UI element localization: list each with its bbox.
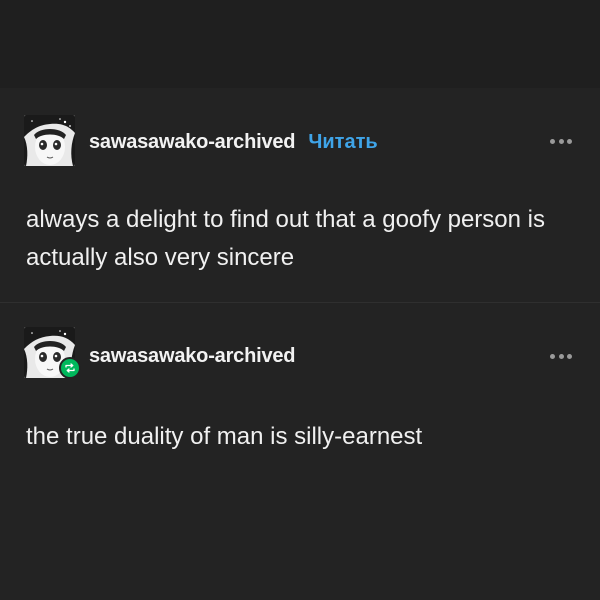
dot: [567, 353, 572, 359]
user-avatar[interactable]: [24, 115, 75, 166]
more-options-icon[interactable]: [550, 353, 572, 359]
dot: [567, 138, 572, 144]
post-card: sawasawako-archived Читать always a deli…: [0, 88, 600, 302]
dot: [558, 353, 564, 359]
post-header: sawasawako-archived: [89, 344, 296, 368]
dashboard-screen: sawasawako-archived Читать always a deli…: [0, 0, 600, 600]
post-text: always a delight to find out that a goof…: [26, 206, 545, 271]
reblog-icon: [59, 357, 81, 379]
post-header: sawasawako-archived Читать: [89, 130, 378, 154]
manga-girl-avatar-icon: [24, 115, 75, 166]
dot: [558, 138, 564, 144]
top-bar: [0, 0, 600, 88]
username-link[interactable]: sawasawako-archived: [89, 130, 296, 154]
dot: [550, 353, 555, 359]
post-text: the true duality of man is silly-earnest: [26, 423, 423, 450]
username-link[interactable]: sawasawako-archived: [89, 344, 296, 368]
dot: [550, 138, 555, 144]
follow-button[interactable]: Читать: [308, 130, 377, 154]
post-card: sawasawako-archived the true duality of …: [0, 303, 600, 600]
more-options-icon[interactable]: [550, 138, 572, 144]
